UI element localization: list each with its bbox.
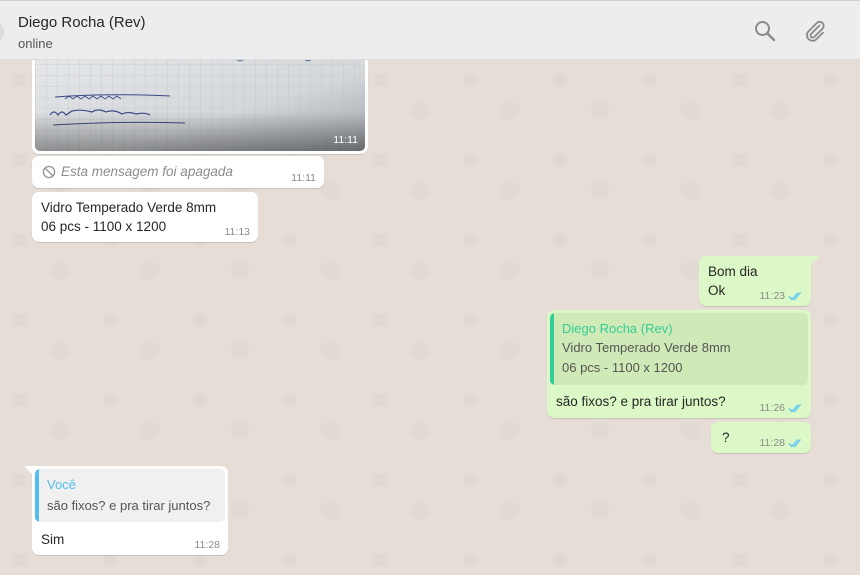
image-message[interactable]: 11:11 — [32, 60, 368, 154]
message-bom-dia[interactable]: Bom dia Ok 11:23 — [699, 256, 819, 306]
message-text: Sim — [41, 532, 65, 547]
message-glass-spec[interactable]: Vidro Temperado Verde 8mm 06 pcs - 1100 … — [32, 192, 258, 242]
search-button[interactable] — [753, 19, 777, 43]
message-time: 11:28 — [759, 437, 786, 449]
message-reply-sim[interactable]: Você são fixos? e pra tirar juntos? Sim … — [24, 466, 228, 555]
quoted-message[interactable]: Diego Rocha (Rev) Vidro Temperado Verde … — [550, 313, 808, 385]
quote-text-line: 06 pcs - 1100 x 1200 — [562, 360, 683, 375]
message-time: 11:13 — [224, 226, 251, 238]
double-check-icon — [788, 439, 801, 448]
search-icon — [755, 21, 776, 42]
deleted-message-text: Esta mensagem foi apagada — [61, 164, 233, 179]
quote-text-line: Vidro Temperado Verde 8mm — [562, 340, 731, 355]
message-text: são fixos? e pra tirar juntos? — [556, 394, 726, 409]
quote-bar — [550, 313, 554, 385]
avatar[interactable] — [0, 21, 4, 43]
message-time: 11:26 — [759, 402, 786, 414]
prohibited-icon — [42, 165, 56, 179]
quoted-message[interactable]: Você são fixos? e pra tirar juntos? — [35, 469, 225, 522]
message-text-line: Vidro Temperado Verde 8mm — [41, 200, 217, 215]
bubble-tail — [810, 256, 819, 265]
message-time: 11:23 — [759, 290, 786, 302]
double-check-icon — [788, 404, 801, 413]
message-question-mark[interactable]: ? 11:28 — [711, 422, 811, 453]
message-time: 11:11 — [333, 134, 358, 146]
message-time: 11:11 — [291, 172, 316, 184]
chat-area[interactable]: 11:11 Esta mensagem foi apagada 11:11 Vi… — [0, 60, 860, 575]
quote-author: Você — [47, 477, 76, 492]
contact-status: online — [18, 36, 53, 51]
contact-name[interactable]: Diego Rocha (Rev) — [18, 14, 146, 31]
bubble-tail — [24, 466, 33, 475]
attach-button[interactable] — [803, 19, 827, 43]
chat-header: Diego Rocha (Rev) online — [0, 0, 860, 60]
message-reply-question[interactable]: Diego Rocha (Rev) Vidro Temperado Verde … — [547, 310, 811, 418]
deleted-message[interactable]: Esta mensagem foi apagada 11:11 — [32, 156, 324, 188]
photo-thumbnail[interactable] — [35, 60, 365, 151]
quote-bar — [35, 469, 39, 522]
paperclip-icon — [806, 20, 825, 42]
message-time: 11:28 — [194, 539, 221, 551]
double-check-icon — [788, 292, 801, 301]
quote-text-line: são fixos? e pra tirar juntos? — [47, 498, 211, 513]
message-text-line: Bom dia — [708, 264, 758, 279]
message-text-line: 06 pcs - 1100 x 1200 — [41, 219, 167, 234]
quote-author: Diego Rocha (Rev) — [562, 321, 673, 336]
